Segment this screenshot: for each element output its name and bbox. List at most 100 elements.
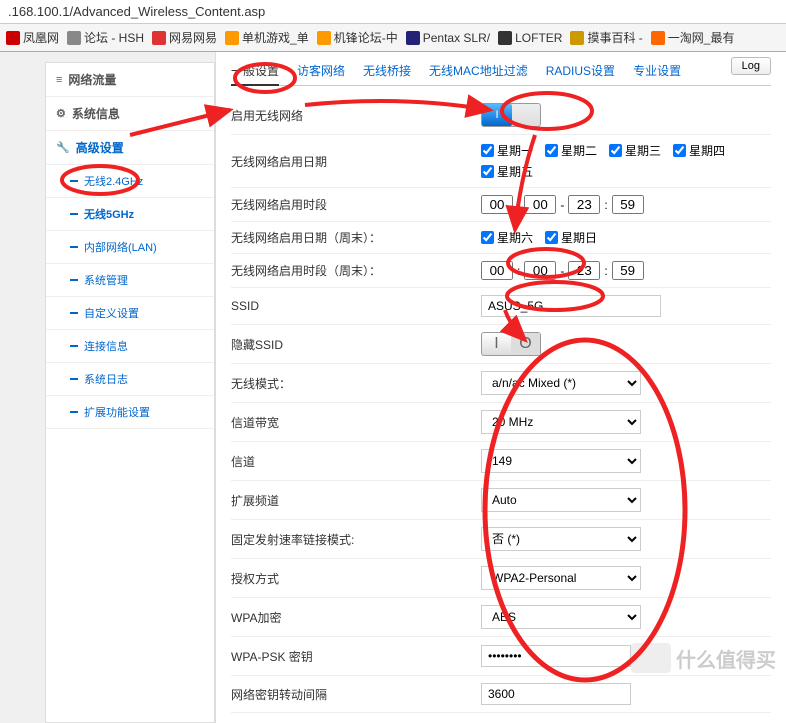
ext-channel-select[interactable]: Auto (481, 488, 641, 512)
bookmark-item[interactable]: 网易网易 (152, 29, 217, 46)
sidebar-subitem[interactable]: 连接信息 (46, 330, 214, 363)
mode-select[interactable]: a/n/ac Mixed (*) (481, 371, 641, 395)
bullet-icon (70, 180, 78, 182)
day-checkbox[interactable]: 星期五 (481, 163, 533, 180)
ssid-input[interactable] (481, 295, 661, 317)
bookmark-icon (651, 31, 665, 45)
sidebar-section[interactable]: ≡网络流量 (46, 63, 214, 97)
enable-days-label: 无线网络启用日期 (231, 153, 481, 170)
wpa-psk-input[interactable] (481, 645, 631, 667)
sidebar-subitem[interactable]: 无线5GHz (46, 198, 214, 231)
bullet-icon (70, 279, 78, 281)
sidebar-subitem[interactable]: 自定义设置 (46, 297, 214, 330)
wpa-psk-label: WPA-PSK 密钥 (231, 648, 481, 665)
bookmark-item[interactable]: 单机游戏_单 (225, 29, 309, 46)
content-panel: Log 一般设置 访客网络 无线桥接 无线MAC地址过滤 RADIUS设置 专业设置 启用… (215, 52, 786, 723)
day-checkbox[interactable]: 星期四 (673, 142, 725, 159)
weekend-checkbox[interactable]: 星期日 (545, 229, 597, 246)
time-range-1: : - : (481, 195, 771, 214)
bullet-icon (70, 246, 78, 248)
fixed-rate-select[interactable]: 否 (*) (481, 527, 641, 551)
log-button[interactable]: Log (731, 57, 771, 75)
time-hour-end[interactable] (568, 195, 600, 214)
bullet-icon (70, 312, 78, 314)
time-range-2: : - : (481, 261, 771, 280)
sidebar-subitem[interactable]: 无线2.4GHz (46, 165, 214, 198)
tab-item[interactable]: 一般设置 (231, 62, 279, 86)
section-icon: ≡ (56, 74, 62, 86)
bookmark-item[interactable]: 摸事百科 - (570, 29, 642, 46)
bookmark-item[interactable]: 凤凰网 (6, 29, 59, 46)
bullet-icon (70, 411, 78, 413)
day-checkbox[interactable]: 星期三 (609, 142, 661, 159)
tab-item[interactable]: RADIUS设置 (546, 62, 615, 79)
section-icon: 🔧 (56, 141, 70, 154)
ext-channel-label: 扩展频道 (231, 492, 481, 509)
tab-item[interactable]: 访客网络 (297, 62, 345, 79)
url-bar: .168.100.1/Advanced_Wireless_Content.asp (0, 0, 786, 24)
bookmark-item[interactable]: 论坛 - HSH (67, 29, 144, 46)
enable-wireless-label: 启用无线网络 (231, 107, 481, 124)
weekend-checkboxes: 星期六星期日 (481, 229, 771, 246)
enable-wireless-toggle[interactable]: I (481, 103, 541, 127)
bullet-icon (70, 378, 78, 380)
sidebar-section[interactable]: ⚙系统信息 (46, 97, 214, 131)
ssid-label: SSID (231, 299, 481, 313)
bandwidth-select[interactable]: 20 MHz (481, 410, 641, 434)
bookmark-icon (6, 31, 20, 45)
day-checkbox[interactable]: 星期二 (545, 142, 597, 159)
rekey-input[interactable] (481, 683, 631, 705)
weekday-checkboxes: 星期一星期二星期三星期四星期五 (481, 142, 771, 180)
bookmark-item[interactable]: Pentax SLR/ (406, 31, 490, 45)
sidebar-subitem[interactable]: 系统管理 (46, 264, 214, 297)
time-hour-start[interactable] (481, 195, 513, 214)
bookmark-icon (67, 31, 81, 45)
bookmark-icon (498, 31, 512, 45)
bookmarks-bar: 凤凰网论坛 - HSH 网易网易单机游戏_单机锋论坛-中 Pentax SLR/LO… (0, 24, 786, 52)
mode-label: 无线模式： (231, 375, 481, 392)
wpa-enc-select[interactable]: AES (481, 605, 641, 629)
sidebar-subitem[interactable]: 系统日志 (46, 363, 214, 396)
bookmark-icon (317, 31, 331, 45)
bookmark-item[interactable]: 机锋论坛-中 (317, 29, 398, 46)
fixed-rate-label: 固定发射速率链接模式: (231, 531, 481, 548)
hide-ssid-label: 隐藏SSID (231, 336, 481, 353)
section-icon: ⚙ (56, 107, 66, 120)
time-min-end[interactable] (612, 195, 644, 214)
time-hour-end[interactable] (568, 261, 600, 280)
weekend-checkbox[interactable]: 星期六 (481, 229, 533, 246)
watermark: 什么值得买 (631, 643, 776, 673)
bullet-icon (70, 213, 78, 215)
wpa-enc-label: WPA加密 (231, 609, 481, 626)
bookmark-icon (406, 31, 420, 45)
tab-item[interactable]: 专业设置 (633, 62, 681, 79)
enable-time-label: 无线网络启用时段 (231, 196, 481, 213)
time-min-start[interactable] (524, 261, 556, 280)
channel-label: 信道 (231, 453, 481, 470)
enable-time-weekend-label: 无线网络启用时段（周末）： (231, 262, 481, 279)
time-min-end[interactable] (612, 261, 644, 280)
hide-ssid-toggle[interactable]: IO (481, 332, 541, 356)
tabs: 一般设置 访客网络 无线桥接 无线MAC地址过滤 RADIUS设置 专业设置 (231, 62, 771, 86)
bookmark-icon (152, 31, 166, 45)
bookmark-item[interactable]: 一淘网_最有 (651, 29, 735, 46)
sidebar-subitem[interactable]: 内部网络(LAN) (46, 231, 214, 264)
sidebar-subitem[interactable]: 扩展功能设置 (46, 396, 214, 429)
day-checkbox[interactable]: 星期一 (481, 142, 533, 159)
bullet-icon (70, 345, 78, 347)
bookmark-icon (570, 31, 584, 45)
sidebar: ≡网络流量⚙系统信息🔧高级设置无线2.4GHz无线5GHz内部网络(LAN)系统… (45, 62, 215, 723)
tab-item[interactable]: 无线桥接 (363, 62, 411, 79)
tab-item[interactable]: 无线MAC地址过滤 (429, 62, 528, 79)
bookmark-item[interactable]: LOFTER (498, 31, 562, 45)
time-min-start[interactable] (524, 195, 556, 214)
sidebar-section[interactable]: 🔧高级设置 (46, 131, 214, 165)
watermark-icon (631, 643, 671, 673)
enable-days-weekend-label: 无线网络启用日期（周末）： (231, 229, 481, 246)
auth-select[interactable]: WPA2-Personal (481, 566, 641, 590)
auth-label: 授权方式 (231, 570, 481, 587)
rekey-label: 网络密钥转动间隔 (231, 686, 481, 703)
time-hour-start[interactable] (481, 261, 513, 280)
channel-select[interactable]: 149 (481, 449, 641, 473)
bookmark-icon (225, 31, 239, 45)
